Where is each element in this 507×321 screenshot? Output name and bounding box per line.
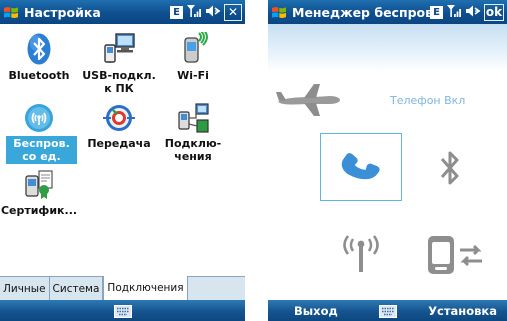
settings-softkey[interactable]: Установка <box>428 304 497 318</box>
keyboard-icon[interactable] <box>113 303 132 321</box>
settings-item-usb[interactable]: USB-подкл. к ПК <box>80 28 158 95</box>
windows-flag-icon[interactable] <box>0 0 22 24</box>
close-button[interactable]: ✕ <box>224 3 242 21</box>
settings-screen: Настройка E ✕ Bluetooth USB-подкл. к ПК … <box>0 0 245 321</box>
volume-icon[interactable] <box>465 3 481 22</box>
header-background <box>268 24 507 72</box>
title-bar: Менеджер беспровс E ok <box>268 0 507 24</box>
device-sync-icon <box>428 236 482 274</box>
bluetooth-icon <box>440 151 459 185</box>
tab-connections[interactable]: Подключения <box>103 276 188 301</box>
airplane-icon <box>276 84 340 116</box>
tab-system[interactable]: Система <box>50 277 104 300</box>
window-title: Настройка <box>24 4 101 20</box>
status-tray: E ✕ <box>170 3 245 22</box>
wireless-manager-icon <box>23 102 55 138</box>
window-title: Менеджер беспровс <box>292 4 430 20</box>
menu-bar: Выход Установка <box>268 300 507 321</box>
usb-pc-icon <box>102 32 136 68</box>
bluetooth-toggle-button[interactable] <box>436 148 464 192</box>
certificates-icon <box>22 168 56 204</box>
signal-icon[interactable] <box>446 3 462 22</box>
wireless-manager-screen: Менеджер беспровс E ok Телефон Вкл Выход… <box>268 0 507 321</box>
phone-status-text: Телефон Вкл <box>390 94 466 107</box>
settings-item-wifi[interactable]: Wi-Fi <box>154 28 232 88</box>
data-connection-toggle-button[interactable] <box>426 233 488 281</box>
settings-item-label: Сертифик... <box>0 204 78 217</box>
settings-item-connections[interactable]: Подклю- чения <box>154 96 232 166</box>
settings-item-wireless[interactable]: Беспров. со ед. <box>0 96 78 166</box>
menu-bar <box>0 300 245 321</box>
input-indicator[interactable]: E <box>170 5 183 19</box>
status-tray: E ok <box>430 3 507 22</box>
keyboard-icon[interactable] <box>378 303 397 321</box>
tab-bar: Личные Система Подключения <box>0 276 245 301</box>
input-indicator[interactable]: E <box>430 5 443 19</box>
settings-item-label: USB-подкл. к ПК <box>82 69 156 95</box>
windows-flag-icon[interactable] <box>268 0 290 24</box>
phone-toggle-button[interactable] <box>320 133 402 201</box>
wifi-phone-icon <box>176 28 210 68</box>
settings-item-certificates[interactable]: Сертифик... <box>0 166 78 222</box>
settings-item-label: Передача <box>87 137 151 150</box>
tab-personal[interactable]: Личные <box>0 277 50 300</box>
wifi-antenna-icon <box>343 235 379 272</box>
settings-item-label: Подклю- чения <box>164 137 222 163</box>
ok-button[interactable]: ok <box>484 3 504 21</box>
volume-icon[interactable] <box>205 3 221 22</box>
bluetooth-icon <box>24 32 54 70</box>
settings-item-label: Wi-Fi <box>177 69 209 82</box>
airplane-mode-button[interactable] <box>274 80 342 124</box>
settings-item-bluetooth[interactable]: Bluetooth <box>0 28 78 88</box>
signal-icon[interactable] <box>186 3 202 22</box>
connections-icon <box>176 102 210 138</box>
settings-item-label: Беспров. со ед. <box>6 136 77 164</box>
settings-item-beam[interactable]: Передача <box>80 96 158 156</box>
title-bar: Настройка E ✕ <box>0 0 245 24</box>
exit-softkey[interactable]: Выход <box>278 304 338 318</box>
beam-icon <box>102 102 136 138</box>
phone-handset-icon <box>341 153 380 180</box>
settings-item-label: Bluetooth <box>8 69 70 82</box>
wifi-toggle-button[interactable] <box>338 230 384 278</box>
